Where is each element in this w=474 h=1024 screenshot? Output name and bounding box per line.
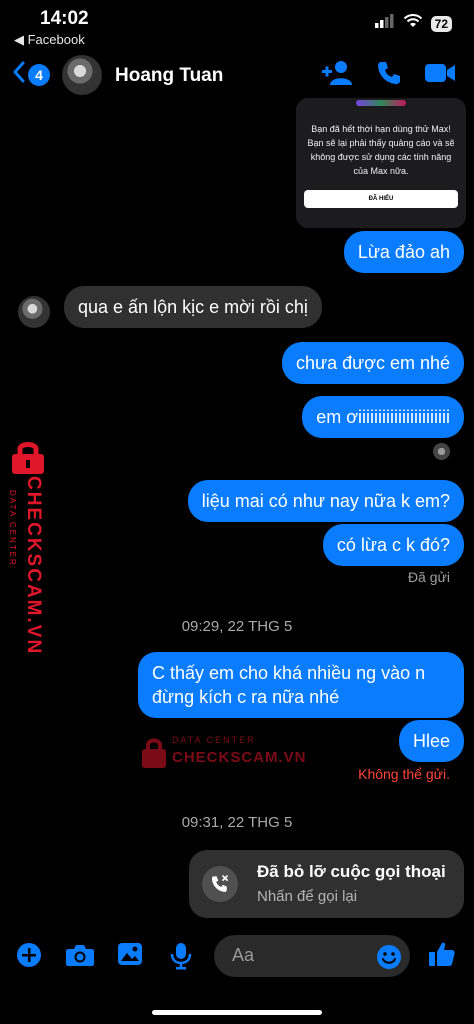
padlock-icon (6, 440, 50, 481)
watermark-tag-text: DATA CENTER (172, 735, 256, 745)
chevron-left-icon (12, 60, 26, 89)
chat-header: 4 Hoang Tuan (0, 50, 474, 104)
add-person-icon[interactable] (322, 60, 354, 86)
message-bubble-outgoing[interactable]: Hlee (398, 720, 464, 762)
timestamp: 09:29, 22 THG 5 (181, 618, 293, 635)
microphone-icon[interactable] (170, 942, 192, 970)
watermark-brand-text: CHECKSCAM.VN (172, 749, 307, 766)
signal-icon (374, 14, 395, 33)
message-bubble-outgoing[interactable]: Lừa đảo ah (343, 231, 464, 273)
camera-icon[interactable] (65, 942, 95, 968)
missed-call-title: Đã bỏ lỡ cuộc gọi thoại (257, 862, 446, 881)
message-bubble-outgoing[interactable]: chưa được em nhé (282, 342, 464, 384)
max-trial-ended-card: Bạn đã hết thời hạn dùng thử Max! Bạn sẽ… (296, 98, 466, 228)
status-time: 14:02 (40, 8, 89, 29)
unread-badge: 4 (28, 63, 50, 86)
battery-indicator: 72 (430, 15, 452, 32)
missed-call-icon (202, 866, 238, 902)
phone-call-icon[interactable] (376, 60, 402, 86)
message-composer (0, 932, 474, 980)
contact-avatar[interactable] (62, 55, 102, 95)
back-button[interactable]: 4 (12, 60, 50, 89)
message-bubble-outgoing[interactable]: liệu mai có như nay nữa k em? (187, 480, 464, 522)
missed-call-card[interactable]: Đã bỏ lỡ cuộc gọi thoại Nhấn để gọi lại (189, 850, 464, 918)
watermark-tag-text: DATA CENTER (8, 490, 17, 567)
back-to-facebook-link[interactable]: ◀ Facebook (14, 32, 85, 48)
home-indicator (152, 1010, 322, 1015)
padlock-icon (140, 737, 168, 774)
message-bubble-outgoing[interactable]: C thấy em cho khá nhiều ng vào n đừng kí… (138, 652, 464, 718)
promo-illustration (356, 100, 406, 106)
message-bubble-outgoing[interactable]: có lừa c k đó? (322, 524, 464, 566)
sent-status: Đã gửi (407, 569, 450, 585)
seen-avatar (433, 443, 450, 460)
message-bubble-incoming[interactable]: qua e ấn lộn kịc e mời rồi chị (64, 286, 322, 328)
failed-status: Không thể gửi. (358, 766, 450, 782)
wifi-icon (403, 14, 423, 33)
emoji-icon[interactable] (376, 944, 402, 975)
message-bubble-outgoing[interactable]: em ơiiiiiiiiiiiiiiiiiiiiiii (302, 396, 464, 438)
contact-name[interactable]: Hoang Tuan (115, 65, 223, 87)
message-input-box[interactable] (214, 935, 410, 977)
system-icons: 72 (374, 14, 452, 33)
header-actions (322, 60, 456, 86)
status-bar: 14:02 ◀ Facebook 72 (0, 0, 474, 50)
like-thumbs-up-icon[interactable] (428, 940, 456, 968)
gallery-icon[interactable] (117, 942, 143, 966)
promo-understood-button[interactable]: ĐÃ HIỂU (304, 190, 458, 208)
sender-avatar[interactable] (18, 296, 50, 328)
video-call-icon[interactable] (424, 62, 456, 84)
missed-call-subtitle: Nhấn để gọi lại (257, 888, 358, 905)
promo-text: Bạn đã hết thời hạn dùng thử Max! Bạn sẽ… (307, 124, 455, 176)
watermark-brand-text: CHECKSCAM.VN (23, 476, 44, 656)
timestamp: 09:31, 22 THG 5 (181, 814, 293, 831)
message-input[interactable] (232, 945, 372, 966)
checkscam-watermark-horizontal: DATA CENTER CHECKSCAM.VN (140, 735, 306, 774)
plus-icon[interactable] (16, 942, 42, 968)
